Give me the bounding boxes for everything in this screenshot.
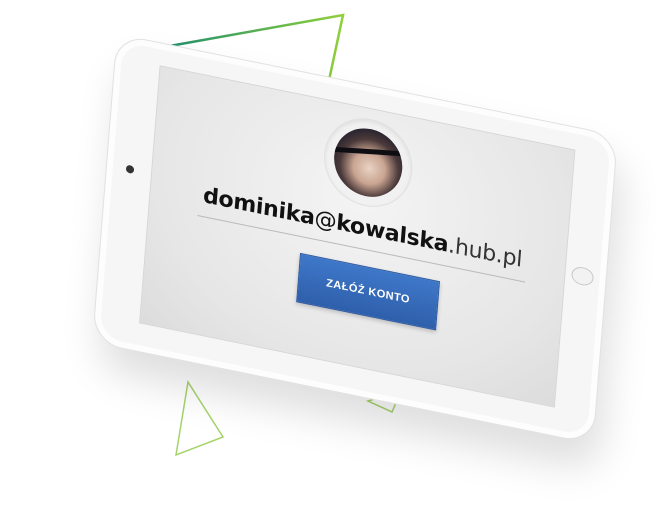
home-button-icon bbox=[570, 265, 595, 288]
avatar-frame bbox=[320, 110, 416, 215]
create-account-button[interactable]: ZAŁÓŻ KONTO bbox=[296, 252, 440, 331]
tablet-frame: dominika@kowalska.hub.pl ZAŁÓŻ KONTO bbox=[91, 33, 619, 445]
email-domain: .hub.pl bbox=[447, 233, 524, 273]
tablet-mockup: dominika@kowalska.hub.pl ZAŁÓŻ KONTO bbox=[0, 0, 668, 515]
avatar-headband bbox=[331, 146, 405, 157]
email-user: dominika bbox=[202, 183, 316, 231]
camera-icon bbox=[125, 164, 135, 175]
email-name: kowalska bbox=[335, 210, 450, 258]
email-at: @ bbox=[313, 205, 338, 236]
avatar bbox=[331, 122, 405, 204]
tablet-screen: dominika@kowalska.hub.pl ZAŁÓŻ KONTO bbox=[139, 65, 576, 408]
